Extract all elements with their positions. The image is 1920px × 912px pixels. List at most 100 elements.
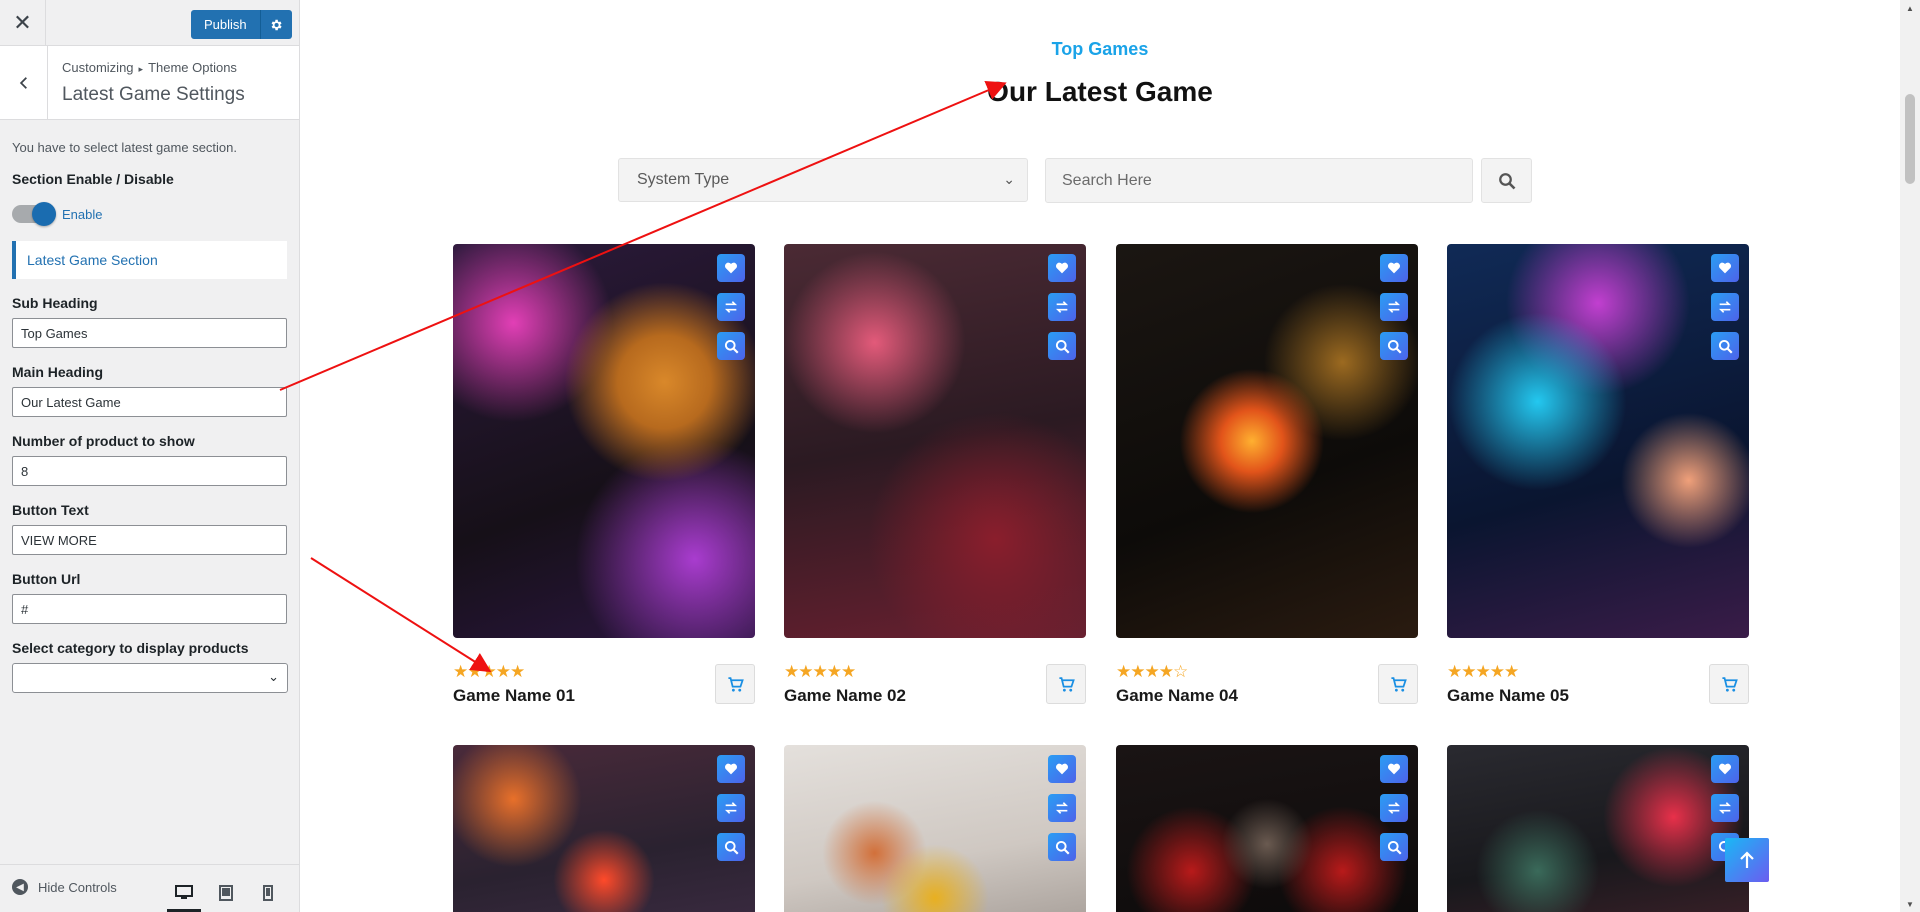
breadcrumb-separator: ▸ <box>138 64 144 74</box>
wishlist-button[interactable] <box>1048 755 1076 783</box>
compare-button[interactable] <box>1380 794 1408 822</box>
quick-view-button[interactable] <box>1711 332 1739 360</box>
system-type-select[interactable]: System Type ⌄ <box>618 158 1028 202</box>
game-meta: ★ ★ ★ ★ ★ Game Name 02 <box>784 662 1086 724</box>
compare-button[interactable] <box>1380 293 1408 321</box>
add-to-cart-button[interactable] <box>1709 664 1749 704</box>
game-name[interactable]: Game Name 02 <box>784 686 906 706</box>
game-name[interactable]: Game Name 01 <box>453 686 575 706</box>
add-to-cart-button[interactable] <box>715 664 755 704</box>
close-customizer-button[interactable]: ✕ <box>0 0 46 46</box>
compare-button[interactable] <box>1711 293 1739 321</box>
compare-button[interactable] <box>1048 794 1076 822</box>
arrow-up-icon <box>1740 851 1754 868</box>
quick-view-button[interactable] <box>717 833 745 861</box>
sub-heading-input[interactable] <box>12 318 287 348</box>
scroll-up-arrow-icon[interactable]: ▲ <box>1900 0 1920 16</box>
wishlist-button[interactable] <box>717 755 745 783</box>
product-count-field: Number of product to show <box>12 433 287 486</box>
toggle-label: Section Enable / Disable <box>12 171 174 187</box>
chevron-down-icon: ⌄ <box>268 669 279 684</box>
search-icon <box>1387 339 1402 354</box>
game-thumbnail[interactable] <box>784 244 1086 638</box>
customizer-footer: ◀ Hide Controls <box>0 864 299 912</box>
button-url-input[interactable] <box>12 594 287 624</box>
search-button[interactable] <box>1481 158 1532 203</box>
preview-scrollbar[interactable]: ▲ ▼ <box>1900 0 1920 912</box>
add-to-cart-button[interactable] <box>1046 664 1086 704</box>
game-thumbnail[interactable] <box>784 745 1086 912</box>
scroll-down-arrow-icon[interactable]: ▼ <box>1900 896 1920 912</box>
quick-view-button[interactable] <box>1048 332 1076 360</box>
game-thumbnail[interactable] <box>1116 244 1418 638</box>
star-filled-icon: ★ <box>1158 662 1174 681</box>
star-rating: ★ ★ ★ ★ ★ <box>1447 662 1519 682</box>
hide-controls-label: Hide Controls <box>38 879 117 895</box>
card-actions <box>717 254 745 371</box>
quick-view-button[interactable] <box>1380 833 1408 861</box>
game-thumbnail[interactable] <box>453 244 755 638</box>
category-select[interactable]: ⌄ <box>12 663 288 693</box>
game-name[interactable]: Game Name 05 <box>1447 686 1569 706</box>
latest-game-section-heading[interactable]: Latest Game Section <box>12 241 287 279</box>
quick-view-button[interactable] <box>1048 833 1076 861</box>
scroll-thumb[interactable] <box>1905 94 1915 184</box>
star-filled-icon: ★ <box>1144 662 1160 681</box>
cart-icon <box>1390 676 1407 692</box>
search-icon <box>1718 339 1733 354</box>
quick-view-button[interactable] <box>1380 332 1408 360</box>
card-actions <box>1380 254 1408 371</box>
device-switcher <box>163 873 289 912</box>
game-name[interactable]: Game Name 04 <box>1116 686 1238 706</box>
star-filled-icon: ★ <box>1504 662 1519 681</box>
mobile-preview-button[interactable] <box>247 873 289 912</box>
search-icon <box>1055 339 1070 354</box>
compare-button[interactable] <box>717 794 745 822</box>
compare-button[interactable] <box>1711 794 1739 822</box>
search-input[interactable] <box>1045 158 1473 203</box>
game-thumbnail[interactable] <box>1447 244 1749 638</box>
scroll-to-top-button[interactable] <box>1725 838 1769 882</box>
card-actions <box>1048 755 1076 872</box>
add-to-cart-button[interactable] <box>1378 664 1418 704</box>
wishlist-button[interactable] <box>1380 755 1408 783</box>
publish-settings-button[interactable] <box>259 10 292 39</box>
quick-view-button[interactable] <box>717 332 745 360</box>
star-filled-icon: ★ <box>1475 662 1491 681</box>
heart-icon <box>1719 262 1731 274</box>
game-meta: ★ ★ ★ ★ ☆ Game Name 04 <box>1116 662 1418 724</box>
main-heading-input[interactable] <box>12 387 287 417</box>
compare-button[interactable] <box>1048 293 1076 321</box>
back-button[interactable] <box>0 46 48 119</box>
wishlist-button[interactable] <box>1380 254 1408 282</box>
compare-icon <box>1387 301 1401 313</box>
chevron-left-icon <box>19 76 27 89</box>
compare-icon <box>1387 802 1401 814</box>
system-type-selected: System Type <box>637 171 730 188</box>
tablet-preview-button[interactable] <box>205 873 247 912</box>
product-count-input[interactable] <box>12 456 287 486</box>
button-text-input[interactable] <box>12 525 287 555</box>
mobile-icon <box>263 885 273 901</box>
publish-button[interactable]: Publish <box>191 10 260 39</box>
sub-heading-field: Sub Heading <box>12 295 287 348</box>
game-thumbnail[interactable] <box>1116 745 1418 912</box>
desktop-preview-button[interactable] <box>163 873 205 912</box>
game-thumbnail[interactable] <box>1447 745 1749 912</box>
wishlist-button[interactable] <box>1711 254 1739 282</box>
wishlist-button[interactable] <box>1711 755 1739 783</box>
heart-icon <box>1056 262 1068 274</box>
star-filled-icon: ★ <box>1116 662 1131 681</box>
compare-button[interactable] <box>717 293 745 321</box>
wishlist-button[interactable] <box>717 254 745 282</box>
game-thumbnail[interactable] <box>453 745 755 912</box>
game-card: ★ ★ ★ ★ ★ Game Name 02 <box>784 244 1086 724</box>
breadcrumb: Customizing ▸ Theme Options <box>62 60 237 75</box>
game-card <box>784 745 1086 912</box>
card-actions <box>1711 254 1739 371</box>
section-enable-toggle[interactable] <box>12 202 56 226</box>
hide-controls-button[interactable]: ◀ Hide Controls <box>12 879 117 895</box>
wishlist-button[interactable] <box>1048 254 1076 282</box>
tablet-icon <box>219 885 233 901</box>
search-icon <box>724 840 739 855</box>
